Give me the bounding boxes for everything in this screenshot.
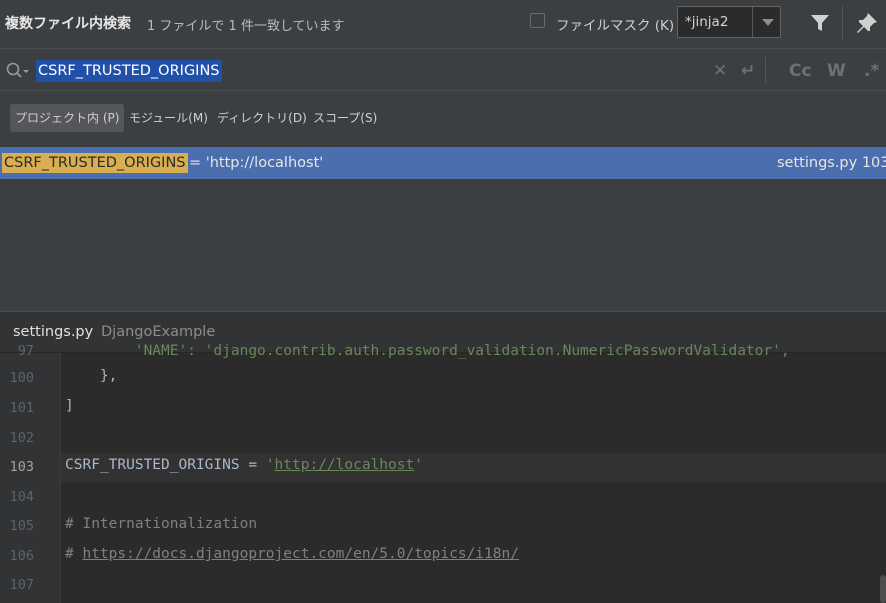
code-line-match: CSRF_TRUSTED_ORIGINS = 'http://localhost… — [65, 457, 423, 473]
line-number: 102 — [9, 430, 34, 446]
newline-icon[interactable]: ↵ — [741, 61, 755, 81]
search-bar: CSRF_TRUSTED_ORIGINS ✕ ↵ Cc W .* — [0, 48, 886, 91]
preview-file-name: settings.py — [13, 324, 94, 340]
match-summary: 1 ファイルで 1 件一致しています — [147, 19, 345, 34]
line-number: 97 — [17, 343, 34, 359]
filemask-label[interactable]: ファイルマスク (K) — [556, 14, 674, 34]
clear-icon[interactable]: ✕ — [713, 61, 727, 81]
regex-icon[interactable]: .* — [864, 61, 879, 81]
filemask-value[interactable]: *jinja2 — [685, 14, 728, 30]
line-gutter — [0, 353, 61, 603]
tab-directory[interactable]: ディレクトリ(D) — [212, 104, 312, 132]
doc-url-link: https://docs.djangoproject.com/en/5.0/to… — [82, 546, 519, 562]
searchbar-separator — [765, 57, 766, 83]
code-identifier: CSRF_TRUSTED_ORIGINS — [65, 457, 240, 473]
header-separator — [842, 6, 843, 40]
code-comment: # Internationalization — [65, 516, 258, 532]
tab-scope[interactable]: スコープ(S) — [308, 104, 382, 132]
filemask-checkbox[interactable] — [530, 13, 545, 28]
match-case-icon[interactable]: Cc — [789, 61, 812, 81]
results-list: CSRF_TRUSTED_ORIGINS = 'http://localhost… — [0, 147, 886, 311]
code-comment-link: # https://docs.djangoproject.com/en/5.0/… — [65, 546, 519, 562]
code-url-link: http://localhost — [274, 457, 415, 473]
search-history-icon[interactable] — [4, 61, 30, 81]
combo-separator — [752, 7, 753, 37]
code-quote-close: ' — [414, 457, 423, 473]
find-in-files-header: 複数ファイル内検索 1 ファイルで 1 件一致しています ファイルマスク (K)… — [0, 0, 886, 48]
preview-project-name: DjangoExample — [101, 324, 216, 340]
result-location: settings.py 103 — [777, 155, 886, 171]
whole-words-icon[interactable]: W — [827, 61, 846, 81]
code-preview[interactable]: 97 'NAME': 'django.contrib.auth.password… — [0, 343, 886, 603]
line-number: 105 — [9, 518, 34, 534]
code-line: ] — [65, 398, 74, 414]
line-number: 103 — [9, 459, 34, 475]
filemask-combo[interactable]: *jinja2 — [677, 6, 781, 38]
code-line: 'NAME': 'django.contrib.auth.password_va… — [65, 343, 790, 359]
line-number: 104 — [9, 489, 34, 505]
chevron-down-icon[interactable] — [762, 19, 774, 26]
line-number: 107 — [9, 577, 34, 593]
filter-icon[interactable] — [807, 10, 833, 36]
pin-icon[interactable] — [853, 9, 881, 37]
search-input[interactable]: CSRF_TRUSTED_ORIGINS — [36, 60, 222, 82]
line-number: 101 — [9, 400, 34, 416]
tab-module[interactable]: モジュール(M) — [124, 104, 213, 132]
code-quote-open: ' — [265, 457, 275, 473]
code-operator: = — [239, 457, 266, 473]
line-number: 100 — [9, 370, 34, 386]
result-row[interactable]: CSRF_TRUSTED_ORIGINS = 'http://localhost… — [0, 147, 886, 179]
result-text: = 'http://localhost' — [189, 155, 324, 171]
tab-project[interactable]: プロジェクト内 (P) — [10, 104, 125, 132]
result-match: CSRF_TRUSTED_ORIGINS — [2, 153, 188, 173]
scope-tabs: プロジェクト内 (P) モジュール(M) ディレクトリ(D) スコープ(S) — [0, 91, 886, 147]
line-number: 106 — [9, 548, 34, 564]
scrollbar-thumb[interactable] — [880, 575, 886, 603]
code-line: }, — [65, 368, 118, 384]
dialog-title: 複数ファイル内検索 — [5, 16, 131, 32]
